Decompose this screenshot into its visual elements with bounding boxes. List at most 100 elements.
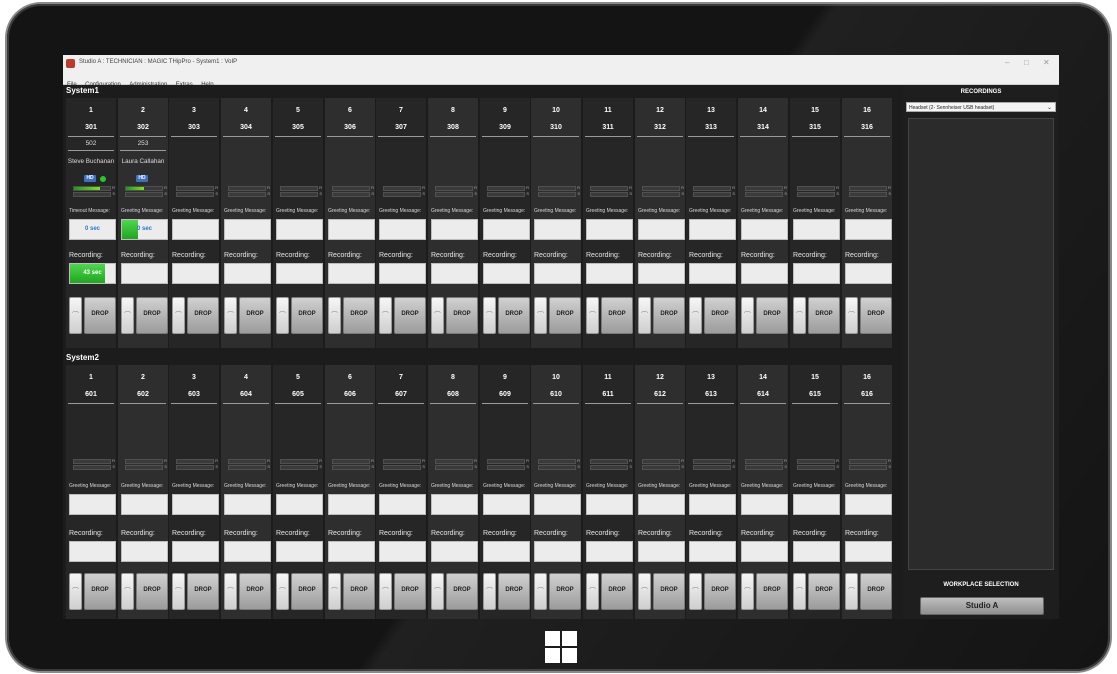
message-timer-box[interactable] <box>741 494 788 515</box>
message-timer-box[interactable] <box>224 219 271 240</box>
headphone-button[interactable]: ⌒ <box>586 297 599 334</box>
drop-call-button[interactable]: DROP <box>239 297 271 334</box>
recording-timer-box[interactable] <box>534 263 581 284</box>
headphone-button[interactable]: ⌒ <box>224 297 237 334</box>
headphone-button[interactable]: ⌒ <box>172 297 185 334</box>
message-timer-box[interactable] <box>224 494 271 515</box>
message-timer-box[interactable] <box>741 219 788 240</box>
message-timer-box[interactable] <box>586 219 633 240</box>
drop-call-button[interactable]: DROP <box>549 573 581 610</box>
recording-timer-box[interactable] <box>638 541 685 562</box>
headphone-button[interactable]: ⌒ <box>328 573 341 610</box>
recording-timer-box[interactable] <box>379 541 426 562</box>
recording-timer-box[interactable] <box>276 541 323 562</box>
drop-call-button[interactable]: DROP <box>601 297 633 334</box>
drop-call-button[interactable]: DROP <box>756 573 788 610</box>
drop-call-button[interactable]: DROP <box>756 297 788 334</box>
headphone-button[interactable]: ⌒ <box>483 297 496 334</box>
drop-call-button[interactable]: DROP <box>601 573 633 610</box>
headphone-button[interactable]: ⌒ <box>689 573 702 610</box>
recording-timer-box[interactable] <box>431 541 478 562</box>
message-timer-box[interactable] <box>379 219 426 240</box>
recording-timer-box[interactable] <box>328 263 375 284</box>
headphone-button[interactable]: ⌒ <box>431 297 444 334</box>
message-timer-box[interactable] <box>793 494 840 515</box>
recording-timer-box[interactable] <box>121 263 168 284</box>
audio-device-select[interactable]: Headset (2- Sennheiser USB headset) ⌄ <box>906 102 1056 112</box>
recording-timer-box[interactable] <box>845 263 892 284</box>
headphone-button[interactable]: ⌒ <box>379 573 392 610</box>
message-timer-box[interactable] <box>69 494 116 515</box>
message-timer-box[interactable] <box>483 494 530 515</box>
recordings-list[interactable] <box>908 118 1054 570</box>
drop-call-button[interactable]: DROP <box>136 573 168 610</box>
message-timer-box[interactable]: 0 sec <box>121 219 168 240</box>
recording-timer-box[interactable] <box>741 541 788 562</box>
recording-timer-box[interactable] <box>224 263 271 284</box>
drop-call-button[interactable]: DROP <box>704 297 736 334</box>
recording-timer-box[interactable] <box>793 263 840 284</box>
headphone-button[interactable]: ⌒ <box>845 297 858 334</box>
recording-timer-box[interactable] <box>586 263 633 284</box>
drop-call-button[interactable]: DROP <box>860 573 892 610</box>
drop-call-button[interactable]: DROP <box>808 297 840 334</box>
message-timer-box[interactable] <box>121 494 168 515</box>
windows-logo-icon[interactable] <box>545 631 577 663</box>
drop-call-button[interactable]: DROP <box>394 573 426 610</box>
drop-call-button[interactable]: DROP <box>653 297 685 334</box>
headphone-button[interactable]: ⌒ <box>431 573 444 610</box>
drop-call-button[interactable]: DROP <box>860 297 892 334</box>
recording-timer-box[interactable] <box>638 263 685 284</box>
headphone-button[interactable]: ⌒ <box>172 573 185 610</box>
message-timer-box[interactable] <box>172 494 219 515</box>
headphone-button[interactable]: ⌒ <box>741 297 754 334</box>
recording-timer-box[interactable] <box>121 541 168 562</box>
headphone-button[interactable]: ⌒ <box>638 573 651 610</box>
message-timer-box[interactable] <box>328 219 375 240</box>
recording-timer-box[interactable] <box>534 541 581 562</box>
recording-timer-box[interactable] <box>586 541 633 562</box>
headphone-button[interactable]: ⌒ <box>845 573 858 610</box>
headphone-button[interactable]: ⌒ <box>121 297 134 334</box>
message-timer-box[interactable] <box>689 219 736 240</box>
headphone-button[interactable]: ⌒ <box>483 573 496 610</box>
recording-timer-box[interactable] <box>379 263 426 284</box>
recording-timer-box[interactable] <box>172 263 219 284</box>
drop-call-button[interactable]: DROP <box>704 573 736 610</box>
drop-call-button[interactable]: DROP <box>187 573 219 610</box>
drop-call-button[interactable]: DROP <box>239 573 271 610</box>
message-timer-box[interactable] <box>638 494 685 515</box>
drop-call-button[interactable]: DROP <box>84 573 116 610</box>
recording-timer-box[interactable] <box>483 263 530 284</box>
drop-call-button[interactable]: DROP <box>549 297 581 334</box>
headphone-button[interactable]: ⌒ <box>69 573 82 610</box>
drop-call-button[interactable]: DROP <box>343 573 375 610</box>
close-button[interactable]: ✕ <box>1043 58 1050 67</box>
headphone-button[interactable]: ⌒ <box>793 297 806 334</box>
message-timer-box[interactable] <box>638 219 685 240</box>
headphone-button[interactable]: ⌒ <box>534 573 547 610</box>
recording-timer-box[interactable] <box>172 541 219 562</box>
headphone-button[interactable]: ⌒ <box>69 297 82 334</box>
drop-call-button[interactable]: DROP <box>136 297 168 334</box>
recording-timer-box[interactable] <box>741 263 788 284</box>
recording-timer-box[interactable] <box>689 263 736 284</box>
drop-call-button[interactable]: DROP <box>808 573 840 610</box>
message-timer-box[interactable] <box>534 219 581 240</box>
drop-call-button[interactable]: DROP <box>394 297 426 334</box>
message-timer-box[interactable] <box>534 494 581 515</box>
recording-timer-box[interactable] <box>845 541 892 562</box>
maximize-button[interactable]: □ <box>1024 58 1029 67</box>
message-timer-box[interactable] <box>845 494 892 515</box>
message-timer-box[interactable] <box>328 494 375 515</box>
recording-timer-box[interactable] <box>69 541 116 562</box>
headphone-button[interactable]: ⌒ <box>793 573 806 610</box>
drop-call-button[interactable]: DROP <box>653 573 685 610</box>
drop-call-button[interactable]: DROP <box>291 573 323 610</box>
drop-call-button[interactable]: DROP <box>187 297 219 334</box>
recording-timer-box[interactable]: 43 sec <box>69 263 116 284</box>
headphone-button[interactable]: ⌒ <box>586 573 599 610</box>
drop-call-button[interactable]: DROP <box>498 297 530 334</box>
message-timer-box[interactable]: 0 sec <box>69 219 116 240</box>
headphone-button[interactable]: ⌒ <box>534 297 547 334</box>
